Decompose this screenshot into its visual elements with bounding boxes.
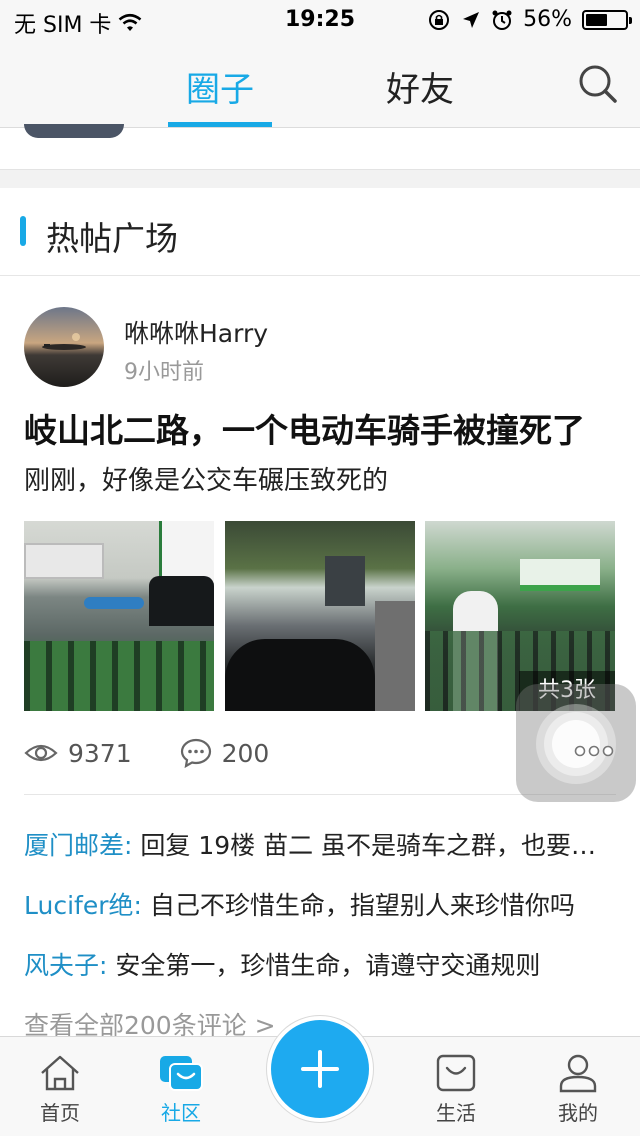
hot-posts-header: 热帖广场 bbox=[0, 188, 640, 276]
post-body[interactable]: 刚刚，好像是公交车碾压致死的 bbox=[24, 460, 388, 497]
section-gap bbox=[0, 170, 640, 188]
comment-item[interactable]: 风夫子: 安全第一，珍惜生命，请遵守交通规则 bbox=[24, 946, 616, 982]
life-icon bbox=[436, 1054, 476, 1092]
tab-community[interactable]: 社区 bbox=[131, 1053, 231, 1126]
author-avatar[interactable] bbox=[24, 307, 104, 387]
top-header: 圈子 好友 bbox=[0, 40, 640, 128]
comment-item[interactable]: Lucifer绝: 自己不珍惜生命，指望别人来珍惜你吗 bbox=[24, 886, 616, 922]
eye-icon bbox=[24, 744, 58, 762]
create-post-button[interactable] bbox=[266, 1015, 374, 1123]
battery-percent: 56% bbox=[523, 7, 572, 32]
partial-avatar bbox=[24, 124, 124, 138]
tab-friends[interactable]: 好友 bbox=[370, 62, 470, 111]
home-icon bbox=[41, 1055, 79, 1091]
section-accent-bar bbox=[20, 216, 26, 246]
photo-car-dark bbox=[225, 639, 375, 711]
profile-icon bbox=[559, 1054, 597, 1093]
comment-icon bbox=[180, 738, 211, 768]
comment-count[interactable]: 200 bbox=[180, 738, 270, 768]
photo-bus bbox=[159, 521, 214, 583]
view-count: 9371 bbox=[24, 739, 132, 768]
assistive-touch-button[interactable] bbox=[516, 684, 636, 802]
tab-circle[interactable]: 圈子 bbox=[168, 62, 272, 111]
orientation-lock-icon bbox=[429, 9, 450, 30]
photo-fence bbox=[24, 641, 214, 711]
photo-person bbox=[375, 601, 415, 711]
photo-car bbox=[149, 576, 214, 626]
photo-tarp bbox=[84, 597, 144, 609]
comment-user[interactable]: Lucifer绝: bbox=[24, 891, 142, 920]
battery-fill bbox=[586, 13, 608, 26]
comment-count-value: 200 bbox=[221, 738, 270, 768]
active-tab-indicator bbox=[168, 122, 272, 127]
view-count-value: 9371 bbox=[68, 738, 132, 768]
photo-bus-green bbox=[520, 559, 600, 591]
search-icon[interactable] bbox=[578, 64, 618, 104]
avatar-image bbox=[42, 333, 86, 350]
location-icon bbox=[463, 11, 480, 28]
post-photo-1[interactable] bbox=[24, 521, 214, 711]
status-right-group: 56% bbox=[427, 7, 632, 32]
comment-text: 安全第一，珍惜生命，请遵守交通规则 bbox=[115, 951, 541, 980]
comment-user[interactable]: 风夫子: bbox=[24, 951, 107, 980]
alarm-icon bbox=[492, 10, 512, 30]
tab-mine[interactable]: 我的 bbox=[528, 1053, 628, 1126]
post-title[interactable]: 岐山北二路，一个电动车骑手被撞死了 bbox=[24, 404, 585, 452]
tab-home-label: 首页 bbox=[40, 1101, 80, 1125]
plus-icon bbox=[301, 1050, 339, 1088]
comment-text: 自己不珍惜生命，指望别人来珍惜你吗 bbox=[149, 891, 575, 920]
post-stats: 9371 200 bbox=[24, 735, 317, 771]
post-time: 9小时前 bbox=[124, 360, 204, 385]
author-name[interactable]: 咻咻咻Harry bbox=[124, 314, 268, 350]
more-dots-icon bbox=[574, 745, 614, 757]
community-icon bbox=[160, 1056, 203, 1091]
section-title: 热帖广场 bbox=[46, 219, 178, 258]
post-photo-3[interactable]: 共3张 bbox=[425, 521, 615, 711]
tab-mine-label: 我的 bbox=[558, 1101, 598, 1125]
battery-icon bbox=[582, 9, 632, 30]
tab-home[interactable]: 首页 bbox=[10, 1053, 110, 1126]
create-post-button-fill bbox=[271, 1020, 369, 1118]
tab-life-label: 生活 bbox=[436, 1101, 476, 1125]
comment-text: 回复 19楼 苗二 虽不是骑车之群，也要多点意识 bbox=[140, 831, 616, 860]
status-bar: 无 SIM 卡 19:25 56% bbox=[0, 0, 640, 40]
comment-item[interactable]: 厦门邮差: 回复 19楼 苗二 虽不是骑车之群，也要多点意识 bbox=[24, 826, 616, 862]
comment-user[interactable]: 厦门邮差: bbox=[24, 831, 132, 860]
post-photo-2[interactable] bbox=[225, 521, 415, 711]
photo-sign bbox=[325, 556, 365, 606]
circle-avatar-strip bbox=[0, 124, 640, 170]
tab-life[interactable]: 生活 bbox=[406, 1053, 506, 1126]
photo-truck bbox=[24, 543, 104, 579]
tab-community-label: 社区 bbox=[161, 1101, 201, 1125]
